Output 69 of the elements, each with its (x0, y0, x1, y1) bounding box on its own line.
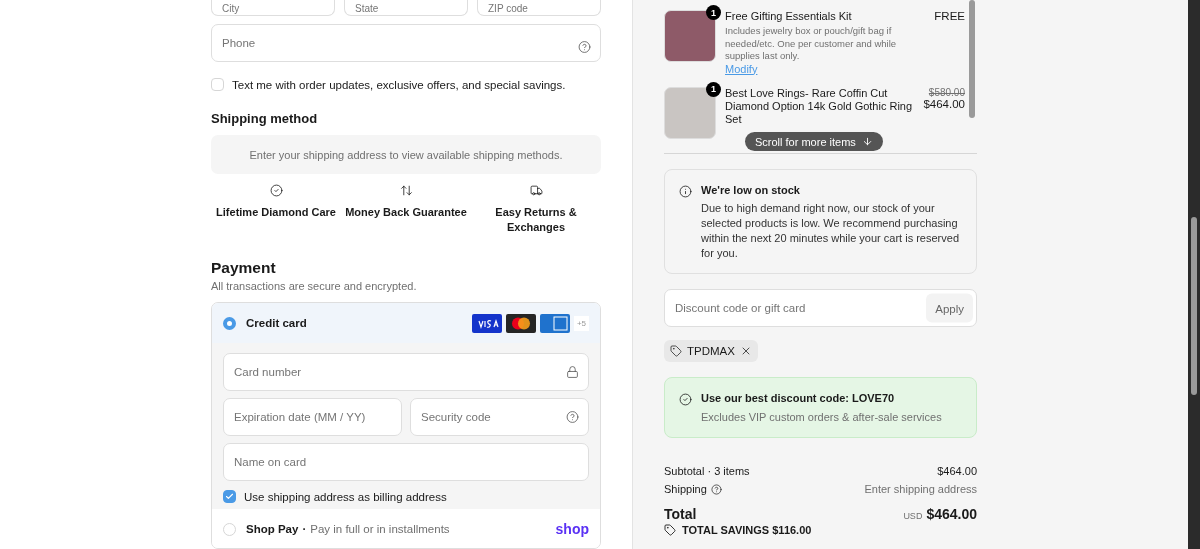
subtotal-value: $464.00 (937, 465, 977, 477)
tag-icon (670, 345, 682, 357)
separator-dot: · (302, 523, 307, 535)
check-circle-icon (269, 184, 283, 197)
promo-text: Excludes VIP custom orders & after-sale services (701, 410, 942, 425)
down-arrow-icon (861, 136, 873, 147)
truck-icon (529, 184, 543, 197)
security-code-field[interactable]: Security code (410, 398, 589, 436)
shipping-label: Shipping (664, 483, 707, 495)
amex-logo (539, 313, 570, 333)
info-icon (679, 185, 692, 198)
name-on-card-field[interactable]: Name on card (223, 443, 589, 481)
shipping-value: Enter shipping address (864, 483, 977, 495)
more-brands-count: +5 (573, 315, 589, 331)
shop-pay-option[interactable]: Shop Pay · Pay in full or in installments shop (212, 509, 600, 548)
address-field[interactable]: ZIP code (477, 0, 601, 16)
original-price: $580.00 (928, 86, 965, 98)
alert-text: Due to high demand right now, our stock of your selected products is low. We recommend purchasing within the next 20 minutes while your cart is reserved for you. (701, 201, 960, 261)
up-down-arrows-icon (399, 184, 413, 197)
phone-field[interactable]: Phone (211, 24, 601, 62)
apply-button[interactable]: Apply (926, 293, 973, 323)
alert-title: We're low on stock (701, 184, 801, 196)
checkmark-icon (225, 492, 234, 501)
promo-title: Use our best discount code: LOVE70 (701, 392, 896, 404)
discount-code: TPDMAX (687, 345, 735, 357)
help-icon[interactable] (578, 40, 591, 54)
check-circle-icon (679, 393, 692, 406)
perk-label: Money Back Guarantee (344, 205, 468, 220)
address-field[interactable]: State (344, 0, 468, 16)
radio-button[interactable] (223, 316, 236, 330)
tag-icon (664, 524, 676, 536)
currency-label: USD (903, 511, 923, 521)
quantity-badge: 1 (706, 81, 721, 97)
perk-label: Easy Returns & Exchanges (494, 205, 578, 235)
billing-checkbox-label: Use shipping address as billing address (244, 490, 447, 503)
help-icon[interactable] (566, 410, 579, 424)
sms-checkbox[interactable] (211, 78, 224, 91)
section-subtitle: All transactions are secure and encrypted. (211, 280, 418, 292)
perk-label: Lifetime Diamond Care (215, 205, 337, 220)
product-description: Includes jewelry box or pouch/gift bag if needed/etc. One per customer and while supplies last only. (725, 25, 898, 63)
method-detail: Pay in full or in installments (310, 523, 450, 535)
product-price: $464.00 (923, 97, 965, 110)
section-title: Payment (211, 259, 277, 277)
credit-card-option[interactable]: Credit card +5 (212, 303, 600, 344)
total-value: $464.00 (926, 506, 977, 522)
expiration-date-field[interactable]: Expiration date (MM / YY) (223, 398, 402, 436)
lock-icon (566, 365, 579, 379)
help-icon[interactable] (710, 483, 722, 495)
sms-checkbox-label: Text me with order updates, exclusive offers, and special savings. (232, 78, 566, 91)
visa-logo (471, 313, 502, 333)
shipping-notice: Enter your shipping address to view available shipping methods. (211, 135, 601, 174)
billing-checkbox[interactable] (223, 490, 236, 503)
total-label: Total (664, 506, 697, 522)
product-name: Free Gifting Essentials Kit (725, 10, 852, 23)
scrollbar-thumb[interactable] (969, 0, 975, 118)
method-label: Shop Pay (246, 523, 299, 535)
page-scrollbar[interactable] (1188, 0, 1200, 549)
mastercard-logo (505, 313, 536, 333)
quantity-badge: 1 (706, 5, 721, 20)
card-number-field[interactable]: Card number (223, 353, 589, 391)
total-savings: TOTAL SAVINGS $116.00 (682, 524, 812, 536)
scroll-hint-tooltip[interactable]: Scroll for more items (745, 132, 883, 151)
address-field[interactable]: City (211, 0, 335, 16)
product-name: Best Love Rings- Rare Coffin Cut Diamond Option 14k Gold Gothic Ring Set (725, 86, 914, 126)
product-price: FREE (934, 10, 965, 22)
shop-logo: shop (555, 521, 589, 537)
method-label: Credit card (246, 317, 307, 329)
section-title: Shipping method (211, 111, 319, 126)
subtotal-label: Subtotal · 3 items (664, 465, 750, 477)
